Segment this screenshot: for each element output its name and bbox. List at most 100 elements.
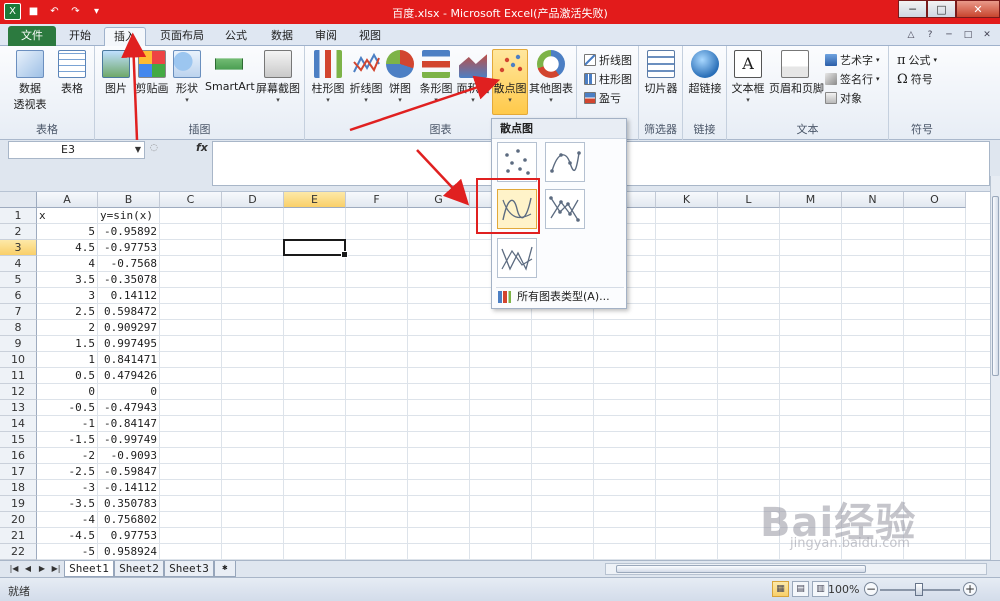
cell-a[interactable]: 2 bbox=[37, 320, 98, 336]
doc-restore-icon[interactable]: □ bbox=[961, 28, 975, 41]
row-header[interactable]: 11 bbox=[0, 368, 37, 384]
slicer-button[interactable]: 切片器 bbox=[643, 50, 679, 96]
column-header-d[interactable]: D bbox=[222, 192, 284, 208]
table-button[interactable]: 表格 bbox=[56, 50, 88, 96]
vertical-scrollbar[interactable] bbox=[990, 176, 1000, 568]
active-cell-selection[interactable] bbox=[283, 239, 348, 258]
cell-a[interactable]: 4.5 bbox=[37, 240, 98, 256]
select-all-corner[interactable] bbox=[0, 192, 37, 208]
clipart-button[interactable]: 剪贴画 bbox=[135, 50, 169, 96]
cell-b[interactable]: -0.35078 bbox=[98, 272, 160, 288]
row-header[interactable]: 17 bbox=[0, 464, 37, 480]
tab-file[interactable]: 文件 bbox=[8, 26, 56, 46]
screenshot-button[interactable]: 屏幕截图 ▾ bbox=[255, 50, 301, 104]
row-header[interactable]: 6 bbox=[0, 288, 37, 304]
scatter-markers-only-option[interactable] bbox=[497, 142, 537, 182]
zoom-in-button[interactable]: + bbox=[963, 582, 977, 596]
cell-b[interactable]: 0.350783 bbox=[98, 496, 160, 512]
page-break-view-icon[interactable]: ▥ bbox=[812, 581, 829, 597]
next-sheet-icon[interactable]: ▶ bbox=[36, 563, 48, 575]
cell-b[interactable]: 0.14112 bbox=[98, 288, 160, 304]
tab-insert[interactable]: 插入 bbox=[104, 27, 146, 47]
cell-b[interactable]: 0.598472 bbox=[98, 304, 160, 320]
restore-button[interactable]: □ bbox=[927, 0, 956, 18]
all-chart-types-option[interactable]: 所有图表类型(A)... bbox=[496, 287, 624, 305]
row-header[interactable]: 8 bbox=[0, 320, 37, 336]
column-header-l[interactable]: L bbox=[718, 192, 780, 208]
zoom-level[interactable]: 100% bbox=[828, 583, 859, 596]
cell-b[interactable]: 0.909297 bbox=[98, 320, 160, 336]
cell-b[interactable]: -0.14112 bbox=[98, 480, 160, 496]
scatter-smooth-lines-markers-option[interactable] bbox=[545, 142, 585, 182]
name-box[interactable]: E3 ▼ bbox=[8, 141, 145, 159]
cell-b[interactable]: -0.84147 bbox=[98, 416, 160, 432]
tab-review[interactable]: 审阅 bbox=[308, 27, 344, 46]
row-header[interactable]: 15 bbox=[0, 432, 37, 448]
cell-a[interactable]: -0.5 bbox=[37, 400, 98, 416]
pivot-table-button[interactable]: 数据 透视表 bbox=[8, 50, 52, 112]
row-header[interactable]: 19 bbox=[0, 496, 37, 512]
equation-button[interactable]: π 公式 ▾ bbox=[897, 52, 937, 68]
zoom-slider-knob[interactable] bbox=[915, 583, 923, 596]
scatter-chart-button[interactable]: 散点图 ▾ bbox=[492, 49, 528, 115]
cell-a[interactable]: -4.5 bbox=[37, 528, 98, 544]
cell-a[interactable]: 5 bbox=[37, 224, 98, 240]
cell-b[interactable]: 0.97753 bbox=[98, 528, 160, 544]
column-header-k[interactable]: K bbox=[656, 192, 718, 208]
row-header[interactable]: 14 bbox=[0, 416, 37, 432]
cell-a[interactable]: -5 bbox=[37, 544, 98, 560]
cell-a[interactable]: 4 bbox=[37, 256, 98, 272]
doc-minimize-icon[interactable]: ─ bbox=[942, 28, 956, 41]
row-header[interactable]: 20 bbox=[0, 512, 37, 528]
row-header[interactable]: 18 bbox=[0, 480, 37, 496]
cell-a[interactable]: -2.5 bbox=[37, 464, 98, 480]
column-header-b[interactable]: B bbox=[98, 192, 160, 208]
normal-view-icon[interactable]: ▦ bbox=[772, 581, 789, 597]
bar-chart-button[interactable]: 条形图 ▾ bbox=[417, 50, 455, 104]
cell-b[interactable]: -0.9093 bbox=[98, 448, 160, 464]
shapes-button[interactable]: 形状 ▾ bbox=[173, 50, 201, 104]
cell-a[interactable]: 3.5 bbox=[37, 272, 98, 288]
cell-a[interactable]: 2.5 bbox=[37, 304, 98, 320]
tab-home[interactable]: 开始 bbox=[60, 27, 100, 46]
cell-b[interactable]: 0.958924 bbox=[98, 544, 160, 560]
cell-a[interactable]: 0 bbox=[37, 384, 98, 400]
column-header-n[interactable]: N bbox=[842, 192, 904, 208]
sheet-tab-sheet2[interactable]: Sheet2 bbox=[114, 561, 164, 577]
sheet-tab-sheet3[interactable]: Sheet3 bbox=[164, 561, 214, 577]
row-header[interactable]: 1 bbox=[0, 208, 37, 224]
cell-b[interactable]: -0.97753 bbox=[98, 240, 160, 256]
cell-b[interactable]: 0.841471 bbox=[98, 352, 160, 368]
cell-a[interactable]: 1 bbox=[37, 352, 98, 368]
first-sheet-icon[interactable]: |◀ bbox=[8, 563, 20, 575]
hyperlink-button[interactable]: 超链接 bbox=[687, 50, 723, 96]
row-header[interactable]: 3 bbox=[0, 240, 37, 256]
tab-formulas[interactable]: 公式 bbox=[218, 27, 254, 46]
cell-a[interactable]: -3.5 bbox=[37, 496, 98, 512]
minimize-ribbon-icon[interactable]: △ bbox=[904, 28, 918, 41]
wordart-button[interactable]: 艺术字 ▾ bbox=[825, 52, 880, 68]
smartart-button[interactable]: SmartArt bbox=[205, 50, 255, 93]
cell-a[interactable]: -4 bbox=[37, 512, 98, 528]
signature-line-button[interactable]: 签名行 ▾ bbox=[825, 71, 880, 87]
row-header[interactable]: 22 bbox=[0, 544, 37, 560]
sparkline-winloss-button[interactable]: 盈亏 bbox=[584, 90, 621, 106]
cell-b[interactable]: y=sin(x) bbox=[98, 208, 160, 224]
cell-b[interactable]: 0.756802 bbox=[98, 512, 160, 528]
cell-b[interactable]: -0.47943 bbox=[98, 400, 160, 416]
row-header[interactable]: 12 bbox=[0, 384, 37, 400]
column-header-g[interactable]: G bbox=[408, 192, 470, 208]
symbol-button[interactable]: Ω 符号 bbox=[897, 71, 933, 87]
cell-b[interactable]: -0.59847 bbox=[98, 464, 160, 480]
row-header[interactable]: 4 bbox=[0, 256, 37, 272]
row-header[interactable]: 7 bbox=[0, 304, 37, 320]
sheet-tab-sheet1[interactable]: Sheet1 bbox=[64, 561, 114, 577]
sparkline-line-button[interactable]: 折线图 bbox=[584, 52, 632, 68]
scatter-straight-lines-markers-option[interactable] bbox=[545, 189, 585, 229]
cell-a[interactable]: -2 bbox=[37, 448, 98, 464]
object-button[interactable]: 对象 bbox=[825, 90, 862, 106]
cell-a[interactable]: 0.5 bbox=[37, 368, 98, 384]
page-layout-view-icon[interactable]: ▤ bbox=[792, 581, 809, 597]
horizontal-scroll-thumb[interactable] bbox=[616, 565, 866, 573]
tab-page-layout[interactable]: 页面布局 bbox=[152, 27, 212, 46]
